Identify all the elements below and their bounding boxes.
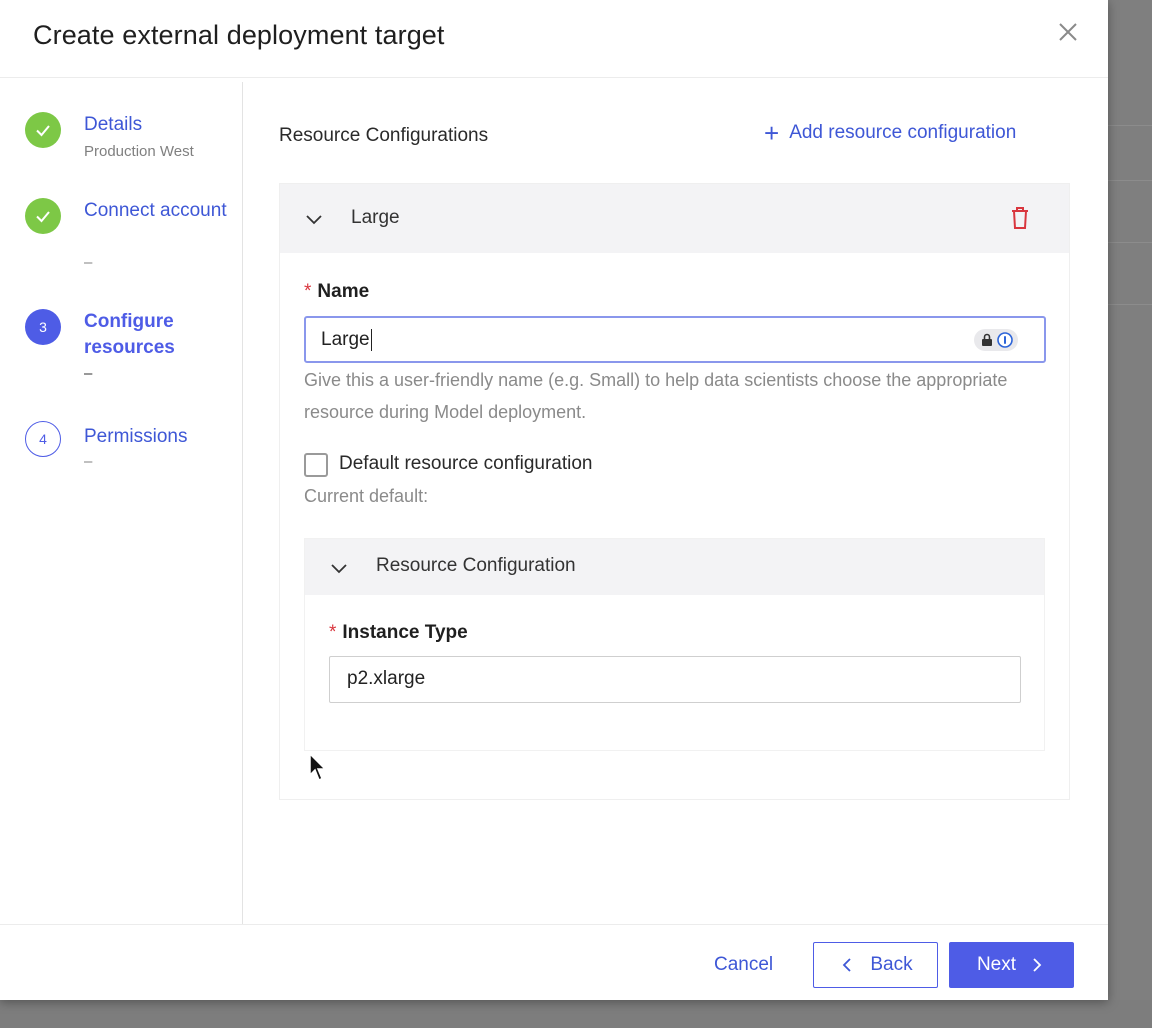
name-field-label: * Name [304,281,370,302]
name-help-text: Give this a user-friendly name (e.g. Sma… [304,370,1008,422]
step-subtitle: – [84,254,93,271]
step-subtitle: – [84,365,93,382]
step-subtitle: – [84,453,93,470]
instance-type-value: p2.xlarge [347,668,426,689]
name-input-value: Large [321,329,372,351]
back-button-label: Back [870,954,913,975]
step-configure-resources[interactable]: 3 Configure resources – [25,309,235,389]
check-icon [36,211,50,223]
step-subtitle: Production West [84,143,194,160]
next-button[interactable]: Next [949,942,1074,988]
chevron-down-icon[interactable] [304,209,324,229]
resource-configuration-title: Large [351,207,400,228]
step-connect-account[interactable]: Connect account – [25,198,235,278]
check-icon [36,125,50,137]
resource-configuration-subpanel: Resource Configuration * Instance Type p2… [304,538,1045,751]
subpanel-title: Resource Configuration [376,555,576,576]
step-title: Connect account [84,200,227,221]
step-complete-icon [25,198,61,234]
add-resource-configuration-button[interactable]: + Add resource configuration [764,118,1017,148]
resource-configuration-panel: Large * Name Large Give this a user-frie… [279,183,1070,800]
backdrop-right [1108,0,1152,1028]
current-default-text: Current default: [304,486,429,506]
backdrop-bottom [0,1000,1152,1028]
mouse-pointer-icon [309,753,327,782]
step-number-badge: 3 [25,309,61,345]
password-manager-badge[interactable] [974,329,1018,351]
create-deployment-target-dialog: Create external deployment target Detail… [0,0,1108,1000]
text-caret [370,329,372,351]
add-resource-configuration-label: Add resource configuration [789,122,1017,143]
delete-configuration-button[interactable] [1008,205,1032,231]
required-asterisk: * [304,281,312,302]
wizard-steps: Details Production West Connect account … [0,82,243,924]
dialog-title: Create external deployment target [33,20,445,50]
close-icon [1059,23,1077,41]
name-input[interactable]: Large [304,316,1046,363]
default-configuration-label[interactable]: Default resource configuration [339,453,592,475]
chevron-down-icon[interactable] [329,558,349,578]
password-manager-icon [996,332,1013,348]
step-complete-icon [25,112,61,148]
step-title: Permissions [84,426,188,447]
default-configuration-checkbox[interactable] [304,453,328,477]
section-title: Resource Configurations [279,125,489,146]
back-button[interactable]: Back [813,942,938,988]
dialog-header: Create external deployment target [0,0,1108,78]
lock-icon [981,333,992,346]
required-asterisk: * [329,622,337,643]
next-button-label: Next [976,954,1017,975]
close-button[interactable] [1054,18,1082,46]
resource-configuration-header[interactable]: Large [280,184,1069,253]
step-number-badge: 4 [25,421,61,457]
step-details[interactable]: Details Production West [25,112,235,172]
step-title: Configure resources [84,311,175,358]
instance-type-label: * Instance Type [329,622,468,643]
chevron-right-icon [1033,958,1042,972]
resource-configurations-pane: Resource Configurations + Add resource c… [244,82,1108,924]
chevron-left-icon [843,958,852,972]
subpanel-header[interactable]: Resource Configuration [305,539,1044,595]
step-permissions[interactable]: 4 Permissions – [25,421,235,481]
instance-type-input[interactable]: p2.xlarge [329,656,1021,703]
trash-icon [1012,207,1028,229]
plus-icon: + [764,118,780,148]
step-title: Details [84,114,143,135]
cancel-button[interactable]: Cancel [714,954,773,976]
dialog-footer: Cancel Back Next [0,924,1108,1000]
